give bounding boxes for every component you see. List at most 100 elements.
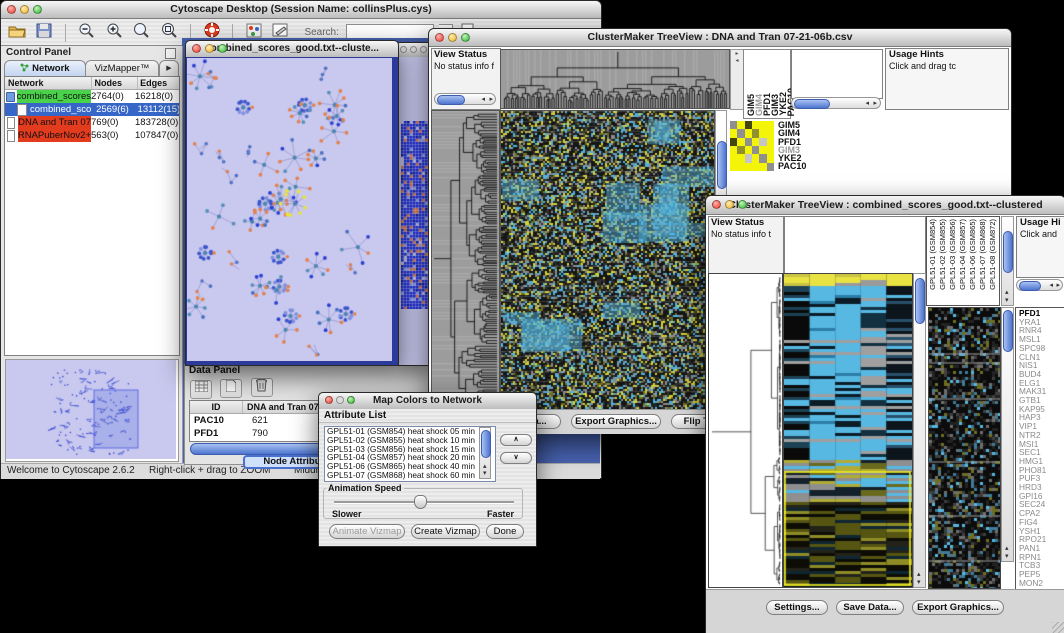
close-button[interactable] [712, 200, 721, 209]
matrix-cell[interactable] [745, 121, 752, 129]
gene-label[interactable]: MON2 [1019, 579, 1064, 588]
matrix-cell[interactable] [767, 154, 774, 162]
animate-vizmap-button[interactable]: Animate Vizmap [329, 524, 405, 539]
resize-grip[interactable] [1052, 622, 1064, 633]
minimize-button[interactable] [410, 46, 417, 53]
move-down-button[interactable]: ∨ [500, 452, 532, 464]
matrix-cell[interactable] [759, 154, 766, 162]
minimize-button[interactable] [448, 33, 457, 42]
matrix-cell[interactable] [730, 129, 737, 137]
network-row[interactable]: combined_scores2764(0)16218(0) [5, 90, 179, 103]
zoom-button[interactable] [420, 46, 427, 53]
tab-vizmapper[interactable]: VizMapper™ [85, 60, 159, 77]
matrix-cell[interactable] [730, 154, 737, 162]
matrix-cell[interactable] [752, 154, 759, 162]
matrix-cell[interactable] [759, 146, 766, 154]
matrix-cell[interactable] [745, 154, 752, 162]
dendrogram-scroll-strip[interactable]: ▸◂ [730, 49, 744, 110]
matrix-cell[interactable] [752, 129, 759, 137]
minimize-button[interactable] [20, 5, 29, 14]
delete-attribute-icon[interactable] [251, 378, 273, 397]
attribute-list-scrollbar[interactable]: ▴▾ [479, 427, 491, 479]
secondary-heatmap-canvas[interactable] [928, 307, 1001, 589]
attribute-item[interactable]: GPL51-07 (GSM868) heat shock 60 min [327, 471, 495, 480]
birdseye-canvas[interactable] [6, 360, 176, 459]
move-up-button[interactable]: ∧ [500, 434, 532, 446]
matrix-cell[interactable] [737, 154, 744, 162]
minimize-button[interactable] [725, 200, 734, 209]
tab-overflow-button[interactable]: ▶ [159, 60, 179, 77]
export-graphics-button[interactable]: Export Graphics... [571, 414, 661, 429]
tab-network[interactable]: Network [4, 60, 86, 77]
matrix-cell[interactable] [745, 163, 752, 171]
zoom-button[interactable] [347, 396, 355, 404]
speed-slider-thumb[interactable] [414, 495, 427, 509]
matrix-cell[interactable] [730, 121, 737, 129]
close-button[interactable] [325, 396, 333, 404]
zoom-selected-icon[interactable] [133, 22, 150, 43]
window-controls[interactable] [7, 5, 42, 14]
minimize-button[interactable] [336, 396, 344, 404]
zoom-in-icon[interactable] [106, 22, 123, 43]
similarity-matrix[interactable] [730, 121, 774, 171]
matrix-cell[interactable] [730, 163, 737, 171]
row-dendrogram-canvas[interactable] [431, 110, 500, 412]
matrix-cell[interactable] [730, 146, 737, 154]
matrix-hscrollbar[interactable]: ◂▸ [791, 97, 881, 109]
matrix-cell[interactable] [767, 129, 774, 137]
zoom-out-icon[interactable] [78, 22, 95, 43]
attribute-list[interactable]: GPL51-01 (GSM854) heat shock 05 minGPL51… [324, 426, 496, 482]
done-button[interactable]: Done [486, 524, 524, 539]
export-graphics-button[interactable]: Export Graphics... [912, 600, 1004, 615]
close-button[interactable] [192, 44, 201, 53]
dense-network-grid[interactable] [401, 121, 429, 309]
matrix-cell[interactable] [737, 163, 744, 171]
matrix-cell[interactable] [752, 138, 759, 146]
create-vizmap-button[interactable]: Create Vizmap [411, 524, 480, 539]
matrix-cell[interactable] [745, 138, 752, 146]
col-nodes[interactable]: Nodes [92, 77, 138, 89]
column-dendrogram-canvas[interactable] [500, 49, 730, 109]
matrix-cell[interactable] [759, 163, 766, 171]
column-label-scrollbar[interactable]: ▴▾ [1001, 216, 1014, 306]
heatmap-vscrollbar[interactable]: ▴▾ [913, 273, 926, 588]
matrix-cell[interactable] [737, 129, 744, 137]
new-attribute-icon[interactable] [220, 379, 242, 398]
view-status-hscrollbar[interactable]: ◂▸ [434, 93, 496, 105]
zoom-button[interactable] [33, 5, 42, 14]
network-row[interactable]: combined_sco2569(6)13112(15) [5, 103, 179, 116]
datacol-id[interactable]: ID [190, 401, 243, 413]
expression-heatmap-canvas[interactable] [783, 273, 913, 588]
zoom-button[interactable] [218, 44, 227, 53]
matrix-cell[interactable] [767, 146, 774, 154]
matrix-cell[interactable] [759, 138, 766, 146]
zoom-fit-icon[interactable] [161, 22, 178, 43]
gene-label-list[interactable]: PFD1YRA1RNR4MSL1SPC98CLN1NIS1BUD4ELG1MAK… [1015, 307, 1064, 591]
save-data-button[interactable]: Save Data... [836, 600, 904, 615]
main-titlebar[interactable]: Cytoscape Desktop (Session Name: collins… [1, 1, 601, 19]
matrix-cell[interactable] [767, 138, 774, 146]
matrix-cell[interactable] [730, 138, 737, 146]
close-button[interactable] [400, 46, 407, 53]
matrix-cell[interactable] [737, 146, 744, 154]
gene-list-scrollbar[interactable]: ▴▾ [1001, 307, 1014, 562]
minimize-button[interactable] [205, 44, 214, 53]
network-row[interactable]: DNA and Tran 07769(0)183728(0) [5, 116, 179, 129]
matrix-cell[interactable] [737, 138, 744, 146]
zoom-button[interactable] [461, 33, 470, 42]
network-graph-canvas[interactable] [187, 58, 392, 361]
close-button[interactable] [435, 33, 444, 42]
treeview-combined-titlebar[interactable]: ClusterMaker TreeView : combined_scores_… [706, 196, 1064, 215]
open-session-icon[interactable] [8, 23, 26, 43]
float-panel-icon[interactable] [165, 48, 176, 59]
zoom-button[interactable] [738, 200, 747, 209]
matrix-cell[interactable] [752, 146, 759, 154]
matrix-cell[interactable] [767, 163, 774, 171]
matrix-cell[interactable] [759, 121, 766, 129]
col-edges[interactable]: Edges [138, 77, 179, 89]
matrix-cell[interactable] [759, 129, 766, 137]
matrix-cell[interactable] [752, 163, 759, 171]
matrix-cell[interactable] [745, 146, 752, 154]
matrix-cell[interactable] [737, 121, 744, 129]
matrix-cell[interactable] [745, 129, 752, 137]
